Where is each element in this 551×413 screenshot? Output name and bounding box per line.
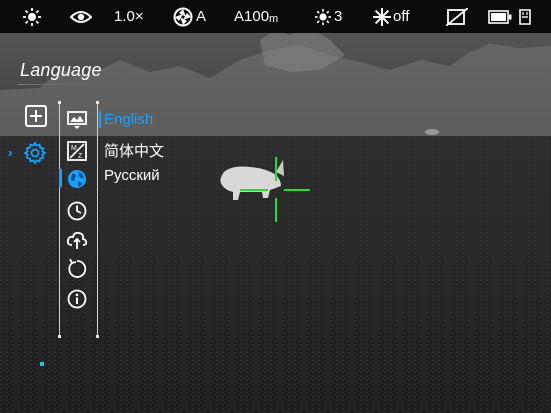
submenu-corner (58, 335, 61, 338)
display-indicator (446, 0, 468, 33)
calibration-indicator: A (173, 0, 206, 33)
selection-arrow: › (8, 145, 13, 160)
submenu-border-left (59, 102, 60, 336)
cloud-upload-icon[interactable] (66, 229, 88, 251)
contrast-level: 3 (334, 8, 343, 25)
wifi-state: off (393, 8, 410, 25)
zoom-value: 1.0× (114, 8, 144, 25)
battery-icon (488, 9, 512, 24)
display-slash-icon (446, 7, 468, 26)
contrast-indicator: 3 (314, 0, 342, 33)
storage-indicator (518, 0, 532, 33)
eye-icon (70, 10, 92, 23)
language-option-russian[interactable]: Русский (104, 167, 160, 184)
sd-card-icon (519, 8, 531, 25)
language-option-english[interactable]: English (104, 111, 153, 128)
language-active-bar (99, 111, 101, 128)
submenu-corner (58, 101, 61, 104)
brightness-indicator (22, 0, 42, 33)
wifi-indicator: off (372, 0, 409, 33)
visibility-indicator (70, 0, 92, 33)
shutter-icon (173, 7, 193, 26)
svg-text:Z: Z (78, 153, 83, 160)
calibration-mode: A (196, 8, 207, 25)
amplification-value: A100 (234, 8, 270, 25)
image-mode-icon[interactable] (66, 109, 88, 131)
reset-icon[interactable] (66, 258, 88, 280)
sun-icon (314, 8, 332, 25)
ab-pattern-icon[interactable]: M Z (66, 140, 88, 162)
svg-text:M: M (71, 145, 77, 152)
indicator-dot (40, 362, 44, 366)
snowflake-icon (373, 7, 391, 26)
gear-icon[interactable] (23, 141, 47, 165)
info-icon[interactable] (66, 288, 88, 310)
submenu-corner (96, 101, 99, 104)
submenu-corner (96, 335, 99, 338)
zoom-indicator: 1.0× (114, 0, 144, 33)
language-option-chinese[interactable]: 简体中文 (104, 140, 164, 161)
plus-square-icon[interactable] (24, 104, 48, 128)
menu-title: Language (20, 60, 102, 80)
submenu-border-right (97, 102, 98, 336)
amplification-indicator: A100 m (234, 0, 278, 33)
globe-icon[interactable] (66, 168, 88, 190)
status-bar: 1.0× A A100 m 3 off (0, 0, 551, 33)
submenu-active-bar (59, 169, 62, 187)
battery-indicator (488, 0, 512, 33)
menu-title-underline (17, 84, 93, 85)
amplification-unit: m (269, 12, 279, 25)
clock-icon[interactable] (66, 200, 88, 222)
sun-icon (23, 7, 41, 26)
